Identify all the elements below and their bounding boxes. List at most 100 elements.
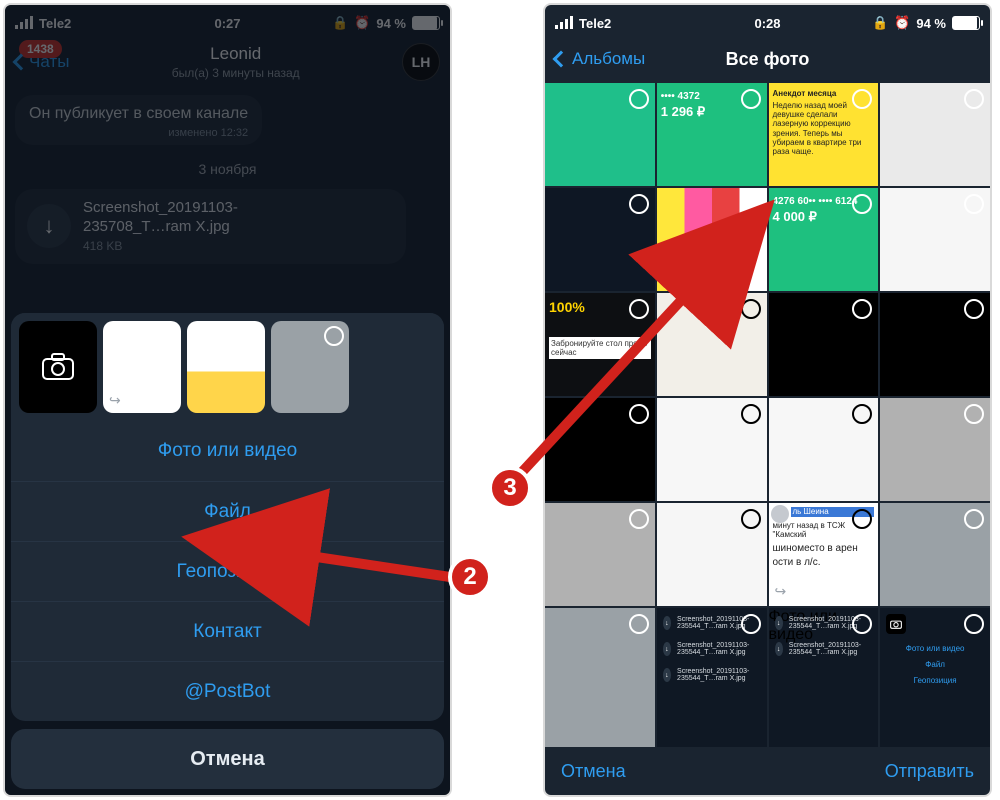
signal-icon (555, 17, 573, 29)
cancel-block: Отмена (11, 729, 444, 789)
chat-name: Leonid (172, 44, 300, 64)
select-circle-icon[interactable] (240, 326, 260, 346)
select-circle-icon[interactable] (156, 326, 176, 346)
picker-navbar: Альбомы Все фото (545, 41, 990, 83)
photo-cell[interactable]: •••• 4372 1 296 ₽ (657, 83, 767, 186)
battery-pct: 94 % (916, 16, 946, 31)
photo-cell[interactable] (880, 398, 990, 501)
avatar[interactable]: LН (402, 43, 440, 81)
photo-cell[interactable] (880, 293, 990, 396)
option-photo-video[interactable]: Фото или видео (11, 421, 444, 481)
option-postbot[interactable]: @PostBot (11, 661, 444, 721)
photo-cell[interactable]: ↓Screenshot_20191103-235544_T…ram X.jpg … (769, 608, 879, 747)
message-text: Он публикует в своем канале (29, 105, 248, 123)
recent-media-row: ↪ (11, 313, 444, 421)
select-circle-icon[interactable] (852, 404, 872, 424)
select-circle-icon[interactable] (964, 194, 984, 214)
photo-cell[interactable] (880, 503, 990, 606)
photo-cell[interactable] (657, 293, 767, 396)
photo-cell[interactable] (769, 293, 879, 396)
photo-cell[interactable] (880, 188, 990, 291)
alarm-icon: ⏰ (354, 15, 370, 31)
photo-grid: •••• 4372 1 296 ₽ Анекдот месяца Неделю … (545, 83, 990, 747)
photo-cell[interactable]: ль Шеина минут назад в ТСЖ "Камский шино… (769, 503, 879, 606)
photo-cell[interactable]: Анекдот месяца Неделю назад моей девушке… (769, 83, 879, 186)
file-name-line1: Screenshot_20191103- (83, 199, 238, 218)
battery-icon (952, 16, 980, 30)
clock-label: 0:28 (754, 16, 780, 31)
status-bar: Tele2 0:28 🔒 ⏰ 94 % (545, 5, 990, 41)
cell-joke-body: Неделю назад моей девушке сделали лазерн… (773, 101, 875, 156)
albums-back-button[interactable]: Альбомы (555, 49, 645, 69)
phone-left: Tele2 0:27 🔒 ⏰ 94 % 1438 Чаты Leonid был… (5, 5, 450, 795)
select-circle-icon[interactable] (629, 194, 649, 214)
photo-cell[interactable] (545, 608, 655, 747)
carrier-label: Tele2 (39, 16, 71, 31)
select-circle-icon[interactable] (964, 404, 984, 424)
signal-icon (15, 17, 33, 29)
option-file[interactable]: Файл (11, 481, 444, 541)
photo-cell[interactable] (657, 503, 767, 606)
file-info: Screenshot_20191103- 235708_T…ram X.jpg … (83, 199, 238, 254)
media-thumb[interactable]: ↪ (103, 321, 181, 413)
incoming-message[interactable]: Он публикует в своем канале изменено 12:… (15, 95, 262, 145)
camera-tile[interactable] (19, 321, 97, 413)
option-contact[interactable]: Контакт (11, 601, 444, 661)
chevron-left-icon (553, 51, 570, 68)
select-circle-icon[interactable] (741, 194, 761, 214)
chat-title[interactable]: Leonid был(а) 3 минуты назад (172, 44, 300, 80)
select-circle-icon[interactable] (629, 404, 649, 424)
status-bar: Tele2 0:27 🔒 ⏰ 94 % (5, 5, 450, 41)
select-circle-icon[interactable] (629, 509, 649, 529)
select-circle-icon[interactable] (629, 89, 649, 109)
media-thumb[interactable] (187, 321, 265, 413)
photo-cell[interactable] (769, 398, 879, 501)
select-circle-icon[interactable] (964, 299, 984, 319)
photo-cell[interactable] (545, 188, 655, 291)
phone-right: Tele2 0:28 🔒 ⏰ 94 % Альбомы Все фото •••… (545, 5, 990, 795)
select-circle-icon[interactable] (324, 326, 344, 346)
photo-cell[interactable]: ↓Screenshot_20191103-235544_T…ram X.jpg … (657, 608, 767, 747)
cell-mini-file: Файл (885, 660, 985, 669)
photo-cell[interactable] (545, 398, 655, 501)
photo-cell[interactable] (657, 398, 767, 501)
select-circle-icon[interactable] (964, 509, 984, 529)
day-separator: 3 ноября (15, 161, 440, 177)
photo-cell[interactable]: 4276 60•• •••• 6124 4 000 ₽ (769, 188, 879, 291)
photo-cell[interactable] (657, 188, 767, 291)
select-circle-icon[interactable] (964, 614, 984, 634)
send-button[interactable]: Отправить (885, 761, 974, 782)
select-circle-icon[interactable] (852, 299, 872, 319)
cancel-button[interactable]: Отмена (561, 761, 626, 782)
annotation-num: 3 (503, 474, 516, 502)
select-circle-icon[interactable] (741, 89, 761, 109)
cell-file-name: Screenshot_20191103-235544_T…ram X.jpg (789, 642, 872, 656)
carrier-label: Tele2 (579, 16, 611, 31)
photo-cell[interactable]: 100% Забронируйте стол прямо сейчас (545, 293, 655, 396)
select-circle-icon[interactable] (629, 299, 649, 319)
select-circle-icon[interactable] (741, 614, 761, 634)
photo-cell[interactable] (545, 83, 655, 186)
file-size: 418 KB (83, 239, 238, 254)
cell-sheina-l2: ости в л/с. (773, 557, 875, 569)
cancel-button[interactable]: Отмена (11, 729, 444, 789)
media-thumb[interactable] (271, 321, 349, 413)
photo-cell[interactable]: Фото или видео Файл Геопозиция (880, 608, 990, 747)
annotation-circle-2: 2 (448, 555, 492, 599)
select-circle-icon[interactable] (629, 614, 649, 634)
battery-pct: 94 % (376, 16, 406, 31)
photo-cell[interactable] (880, 83, 990, 186)
option-location[interactable]: Геопозиция (11, 541, 444, 601)
download-icon[interactable]: ↓ (27, 204, 71, 248)
battery-icon (412, 16, 440, 30)
select-circle-icon[interactable] (741, 404, 761, 424)
file-message[interactable]: ↓ Screenshot_20191103- 235708_T…ram X.jp… (15, 189, 406, 264)
message-meta: изменено 12:32 (29, 127, 248, 139)
select-circle-icon[interactable] (741, 299, 761, 319)
back-button[interactable]: 1438 Чаты (15, 52, 69, 72)
select-circle-icon[interactable] (964, 89, 984, 109)
chat-navbar: 1438 Чаты Leonid был(а) 3 минуты назад L… (5, 41, 450, 89)
forward-icon: ↪ (109, 392, 121, 409)
select-circle-icon[interactable] (741, 509, 761, 529)
photo-cell[interactable] (545, 503, 655, 606)
